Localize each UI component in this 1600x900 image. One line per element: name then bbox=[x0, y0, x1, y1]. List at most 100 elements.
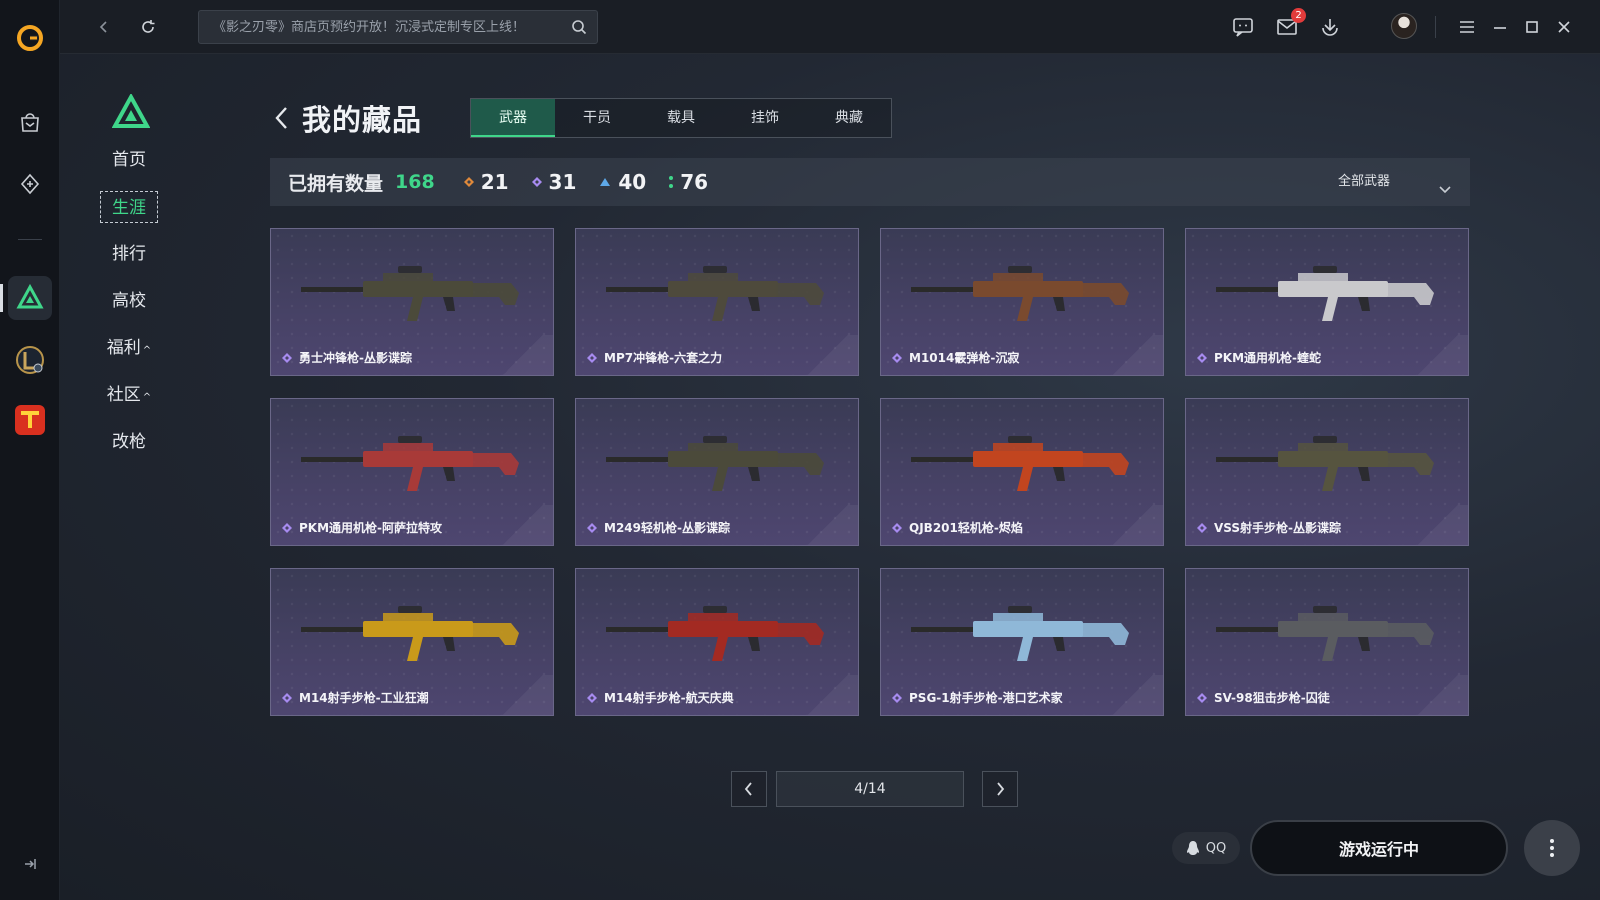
next-page-button[interactable] bbox=[982, 771, 1018, 807]
weapon-card[interactable]: PKM通用机枪-蝰蛇 bbox=[1185, 228, 1469, 376]
weapon-card[interactable]: QJB201轻机枪-烬焰 bbox=[880, 398, 1164, 546]
avatar[interactable] bbox=[1391, 13, 1417, 39]
mail-icon[interactable]: 2 bbox=[1274, 8, 1306, 40]
collapse-sidebar-icon[interactable] bbox=[18, 852, 42, 876]
search-icon[interactable] bbox=[571, 19, 587, 39]
purple-gem-icon bbox=[892, 522, 902, 533]
purple-gem-icon bbox=[1197, 522, 1207, 533]
tab-charms[interactable]: 挂饰 bbox=[723, 99, 807, 137]
rarity-count-purple: 31 bbox=[531, 170, 576, 194]
weapon-image bbox=[1216, 266, 1434, 321]
purple-gem-icon bbox=[1197, 352, 1207, 363]
delta-force-logo-icon bbox=[111, 92, 210, 134]
main-area: 首页 生涯 排行 高校 福利 ^ 社区 ^ 改枪 我的藏品 武器 干员 载具 挂饰 … bbox=[60, 54, 1600, 900]
purple-gem-icon bbox=[282, 522, 292, 533]
purple-gem-icon bbox=[892, 352, 902, 363]
search-input[interactable] bbox=[213, 19, 553, 35]
weapon-label: SV-98狙击步枪-囚徒 bbox=[1196, 689, 1330, 706]
more-options-button[interactable] bbox=[1524, 820, 1580, 876]
weapon-card[interactable]: PSG-1射手步枪-港口艺术家 bbox=[880, 568, 1164, 716]
nav-item-career[interactable]: 生涯 bbox=[100, 191, 158, 223]
refresh-icon[interactable] bbox=[134, 13, 162, 41]
expand-caret-icon: ^ bbox=[142, 345, 152, 356]
top-bar: 2 bbox=[60, 0, 1600, 54]
weapon-card[interactable]: 勇士冲锋枪-丛影谍踪 bbox=[270, 228, 554, 376]
back-arrow-icon[interactable] bbox=[270, 103, 294, 133]
tab-weapons[interactable]: 武器 bbox=[471, 99, 555, 137]
prev-page-button[interactable] bbox=[731, 771, 767, 807]
weapon-grid: 勇士冲锋枪-丛影谍踪 MP7冲锋枪-六套之力 M1014霰弹枪-沉寂 PKM通用机枪-… bbox=[270, 228, 1470, 716]
rarity-count-green: 76 bbox=[668, 170, 708, 194]
owned-count: 168 bbox=[395, 171, 435, 193]
search-box[interactable] bbox=[198, 10, 598, 44]
store-bag-icon[interactable] bbox=[8, 100, 52, 144]
green-gem-icon bbox=[669, 176, 674, 188]
weapon-label: M14射手步枪-航天庆典 bbox=[586, 689, 734, 706]
chevron-down-icon bbox=[1438, 176, 1452, 208]
league-game-icon[interactable] bbox=[8, 338, 52, 382]
game-running-button[interactable]: 游戏运行中 bbox=[1250, 820, 1508, 876]
orange-gem-icon bbox=[463, 177, 474, 187]
mail-badge: 2 bbox=[1291, 8, 1306, 23]
weapon-card[interactable]: M14射手步枪-工业狂潮 bbox=[270, 568, 554, 716]
weapon-card[interactable]: PKM通用机枪-阿萨拉特攻 bbox=[270, 398, 554, 546]
weapon-image bbox=[606, 266, 824, 321]
maximize-icon[interactable] bbox=[1519, 14, 1545, 40]
weapon-label: 勇士冲锋枪-丛影谍踪 bbox=[281, 349, 412, 366]
expand-caret-icon: ^ bbox=[142, 392, 152, 403]
nav-item-community[interactable]: 社区 ^ bbox=[100, 379, 158, 411]
purple-gem-icon bbox=[531, 177, 542, 187]
nav-item-home[interactable]: 首页 bbox=[100, 144, 158, 176]
weapon-label: QJB201轻机枪-烬焰 bbox=[891, 519, 1023, 536]
rarity-count-orange: 21 bbox=[463, 170, 509, 194]
weapon-card[interactable]: M249轻机枪-丛影谍踪 bbox=[575, 398, 859, 546]
delta-force-game-icon[interactable] bbox=[8, 276, 52, 320]
weapon-label: PKM通用机枪-蝰蛇 bbox=[1196, 349, 1321, 366]
weapon-card[interactable]: M14射手步枪-航天庆典 bbox=[575, 568, 859, 716]
purple-gem-icon bbox=[282, 352, 292, 363]
download-icon[interactable] bbox=[1317, 14, 1343, 40]
weapon-label: PSG-1射手步枪-港口艺术家 bbox=[891, 689, 1063, 706]
weapon-card[interactable]: MP7冲锋枪-六套之力 bbox=[575, 228, 859, 376]
nav-item-college[interactable]: 高校 bbox=[100, 285, 158, 317]
rail-active-marker bbox=[0, 284, 3, 312]
weapon-card[interactable]: SV-98狙击步枪-囚徒 bbox=[1185, 568, 1469, 716]
tab-operators[interactable]: 干员 bbox=[555, 99, 639, 137]
weapon-filter-dropdown[interactable]: 全部武器 bbox=[1318, 166, 1458, 198]
chat-icon[interactable] bbox=[1230, 14, 1256, 40]
game-tag-icon[interactable] bbox=[8, 162, 52, 206]
page-title: 我的藏品 bbox=[302, 103, 423, 137]
owned-label: 已拥有数量 bbox=[288, 172, 384, 195]
minimize-icon[interactable] bbox=[1487, 14, 1513, 40]
weapon-image bbox=[301, 606, 519, 661]
app-rail bbox=[0, 0, 60, 900]
weapon-card[interactable]: VSS射手步枪-丛影谍踪 bbox=[1185, 398, 1469, 546]
rail-divider bbox=[18, 239, 42, 240]
close-icon[interactable] bbox=[1551, 14, 1577, 40]
weapon-image bbox=[1216, 436, 1434, 491]
nav-item-welfare[interactable]: 福利 ^ bbox=[100, 332, 158, 364]
nav-item-gunsmith[interactable]: 改枪 bbox=[100, 426, 158, 458]
tab-collection[interactable]: 典藏 bbox=[807, 99, 891, 137]
tab-vehicles[interactable]: 载具 bbox=[639, 99, 723, 137]
nav-item-ranking[interactable]: 排行 bbox=[100, 238, 158, 270]
weapon-image bbox=[911, 606, 1129, 661]
collection-tabs: 武器 干员 载具 挂饰 典藏 bbox=[470, 98, 892, 138]
topbar-separator bbox=[1435, 16, 1436, 38]
tianya-game-icon[interactable] bbox=[8, 398, 52, 442]
back-nav-icon[interactable] bbox=[90, 13, 118, 41]
weapon-label: MP7冲锋枪-六套之力 bbox=[586, 349, 722, 366]
weapon-card[interactable]: M1014霰弹枪-沉寂 bbox=[880, 228, 1164, 376]
qq-button[interactable]: QQ bbox=[1172, 832, 1240, 864]
purple-gem-icon bbox=[1197, 692, 1207, 703]
filter-label: 全部武器 bbox=[1338, 174, 1391, 189]
weapon-label: VSS射手步枪-丛影谍踪 bbox=[1196, 519, 1341, 536]
menu-icon[interactable] bbox=[1454, 14, 1480, 40]
purple-gem-icon bbox=[587, 692, 597, 703]
weapon-image bbox=[606, 436, 824, 491]
purple-gem-icon bbox=[587, 522, 597, 533]
page-header: 我的藏品 bbox=[270, 98, 422, 138]
weapon-label: M249轻机枪-丛影谍踪 bbox=[586, 519, 730, 536]
wegame-logo-icon[interactable] bbox=[8, 16, 52, 60]
weapon-label: PKM通用机枪-阿萨拉特攻 bbox=[281, 519, 442, 536]
